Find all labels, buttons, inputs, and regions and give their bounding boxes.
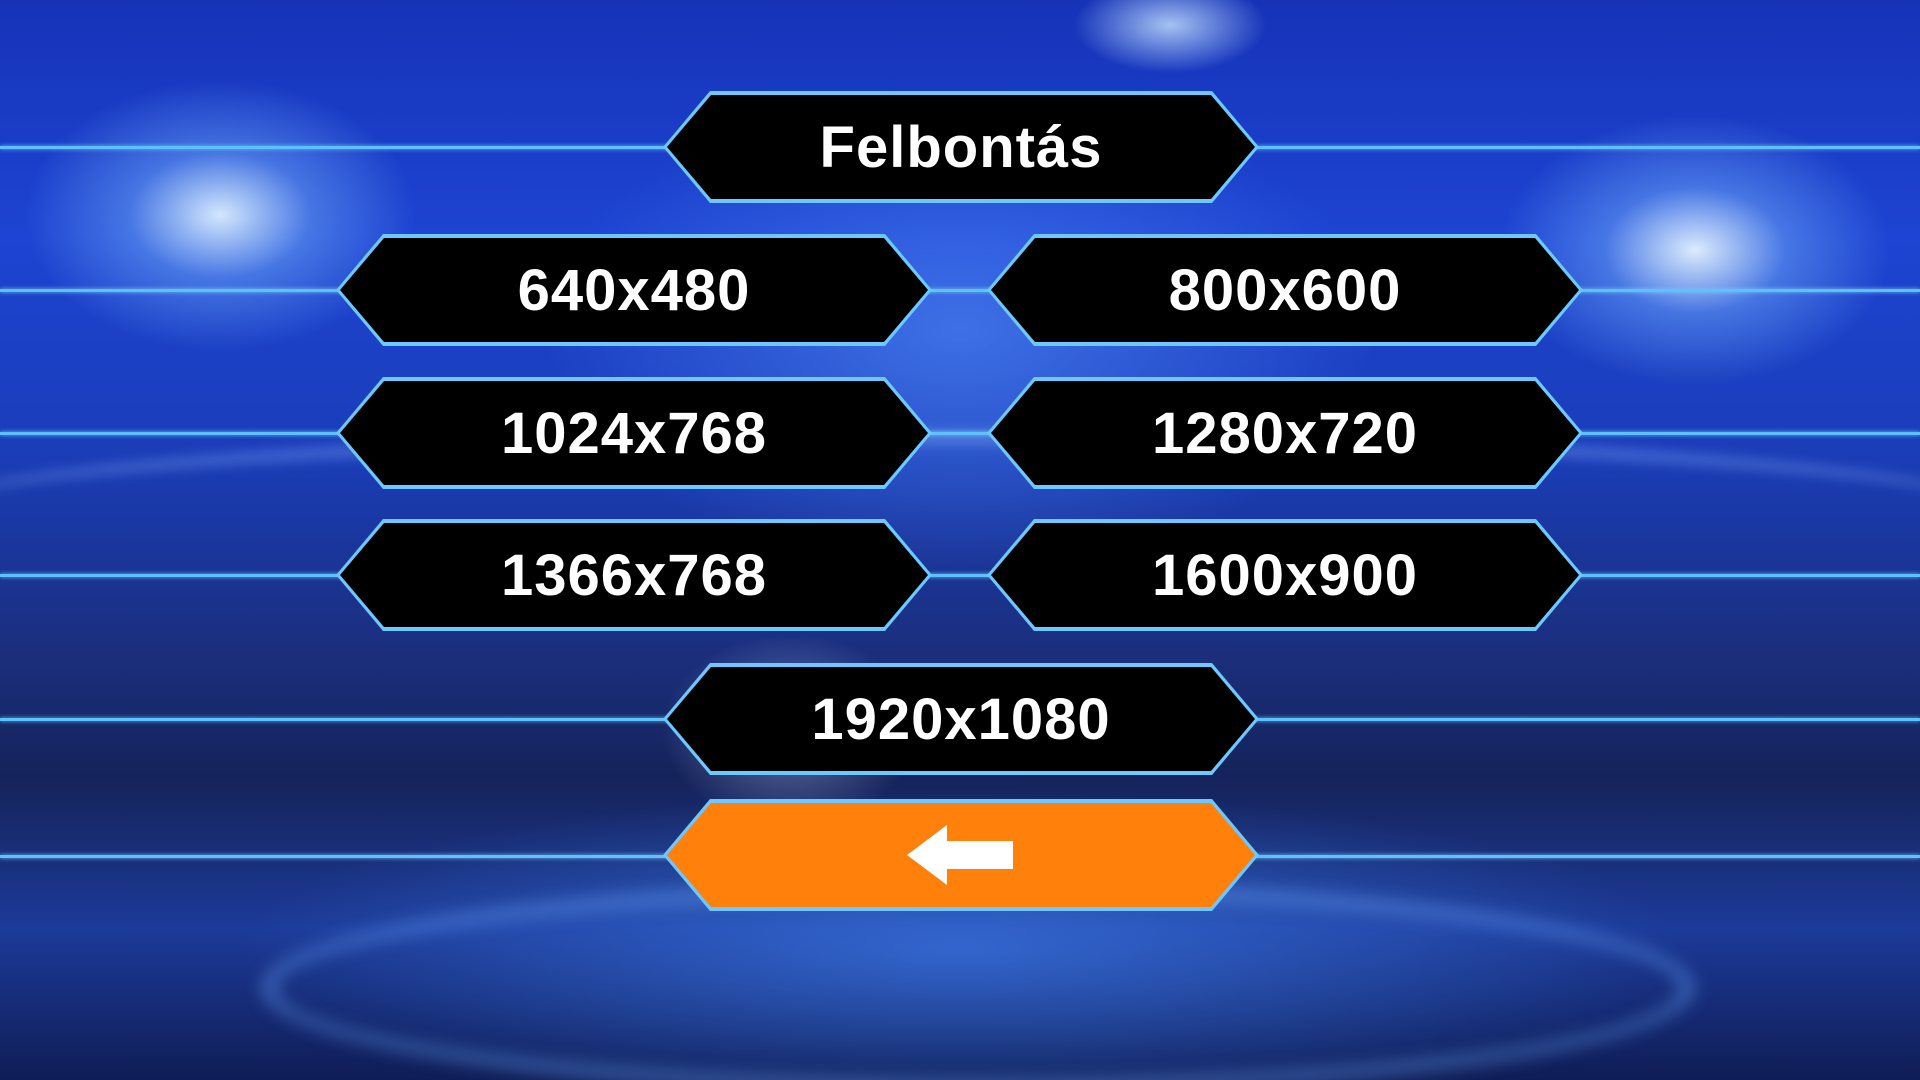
- row-line: [0, 289, 1920, 292]
- resolution-option-label: 1024x768: [500, 400, 768, 466]
- back-button[interactable]: [663, 799, 1259, 911]
- resolution-option-1920x1080[interactable]: 1920x1080: [663, 663, 1259, 775]
- arena-ring-light: [0, 430, 1920, 604]
- resolution-option-1600x900[interactable]: 1600x900: [987, 519, 1583, 631]
- arrow-left-icon: [905, 824, 1017, 886]
- resolution-option-label: 1366x768: [500, 542, 768, 608]
- row-line: [0, 432, 1920, 435]
- resolution-option-label: 640x480: [517, 257, 751, 323]
- resolution-option-label: 1280x720: [1151, 400, 1419, 466]
- resolution-option-label: 1600x900: [1151, 542, 1419, 608]
- resolution-option-label: 1920x1080: [811, 686, 1111, 752]
- resolution-option-1280x720[interactable]: 1280x720: [987, 377, 1583, 489]
- resolution-option-1366x768[interactable]: 1366x768: [336, 519, 932, 631]
- resolution-option-label: 800x600: [1168, 257, 1402, 323]
- resolution-option-800x600[interactable]: 800x600: [987, 234, 1583, 346]
- menu-title: Felbontás: [663, 91, 1259, 203]
- row-line: [0, 574, 1920, 577]
- menu-title-label: Felbontás: [819, 114, 1103, 180]
- resolution-option-1024x768[interactable]: 1024x768: [336, 377, 932, 489]
- resolution-option-640x480[interactable]: 640x480: [336, 234, 932, 346]
- game-screen: Felbontás 640x480 800x600 1024x768 1280x…: [0, 0, 1920, 1080]
